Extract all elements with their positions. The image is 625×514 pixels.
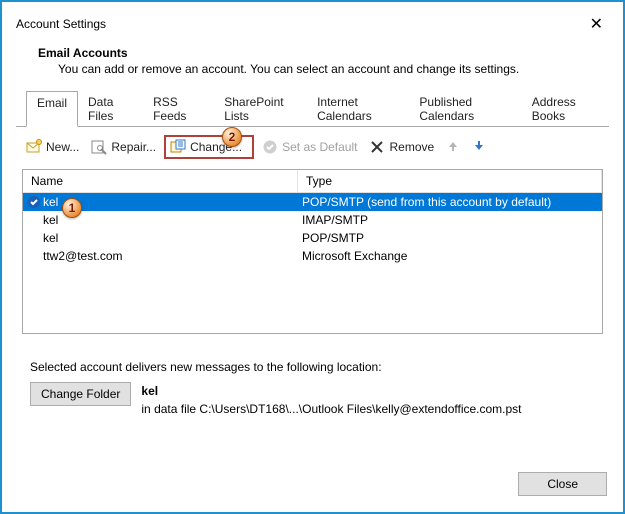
heading-title: Email Accounts [38, 46, 597, 60]
move-up-button[interactable] [442, 137, 464, 158]
delivery-info: kel in data file C:\Users\DT168\...\Outl… [141, 382, 521, 418]
title-bar: Account Settings ✕ [8, 8, 617, 38]
repair-button[interactable]: Repair... [87, 137, 160, 157]
arrow-up-icon [446, 139, 460, 153]
account-name: kel [43, 193, 58, 211]
main-panel: Email Data Files RSS Feeds SharePoint Li… [16, 90, 609, 418]
account-type: POP/SMTP [298, 229, 602, 247]
move-down-button[interactable] [468, 137, 490, 158]
heading-subtitle: You can add or remove an account. You ca… [38, 60, 597, 76]
footer: Close [518, 472, 607, 496]
heading-block: Email Accounts You can add or remove an … [8, 38, 617, 90]
remove-icon [369, 139, 385, 155]
remove-button[interactable]: Remove [365, 137, 438, 157]
account-row[interactable]: kel IMAP/SMTP [23, 211, 602, 229]
account-type: POP/SMTP (send from this account by defa… [298, 193, 602, 211]
tab-sharepoint[interactable]: SharePoint Lists [214, 91, 307, 127]
delivery-lead: Selected account delivers new messages t… [30, 360, 601, 374]
annotation-2: 2 [222, 127, 242, 147]
new-label: New... [46, 140, 79, 154]
set-default-label: Set as Default [282, 140, 357, 154]
set-default-button: Set as Default [258, 137, 361, 157]
spacer-icon [27, 231, 41, 245]
new-icon [26, 139, 42, 155]
col-type[interactable]: Type [298, 170, 602, 192]
new-button[interactable]: New... [22, 137, 83, 157]
toolbar: New... Repair... Change... Set as Defaul… [16, 127, 609, 169]
delivery-section: Selected account delivers new messages t… [16, 340, 609, 418]
tab-data-files[interactable]: Data Files [78, 91, 143, 127]
spacer-icon [27, 213, 41, 227]
tab-strip: Email Data Files RSS Feeds SharePoint Li… [16, 90, 609, 127]
account-name: kel [43, 211, 58, 229]
tab-published-calendars[interactable]: Published Calendars [409, 91, 521, 127]
arrow-down-icon [472, 139, 486, 153]
repair-label: Repair... [111, 140, 156, 154]
change-folder-button[interactable]: Change Folder [30, 382, 131, 406]
repair-icon [91, 139, 107, 155]
account-type: IMAP/SMTP [298, 211, 602, 229]
delivery-account-name: kel [141, 382, 521, 400]
close-button[interactable]: Close [518, 472, 607, 496]
col-name[interactable]: Name [23, 170, 298, 192]
account-type: Microsoft Exchange [298, 247, 602, 265]
default-account-icon [27, 195, 41, 209]
tab-email[interactable]: Email [26, 91, 78, 127]
account-row[interactable]: ttw2@test.com Microsoft Exchange [23, 247, 602, 265]
window-title: Account Settings [16, 17, 106, 31]
annotation-1: 1 [62, 198, 82, 218]
accounts-list: Name Type kel POP/SMTP (send from this a… [22, 169, 603, 334]
spacer-icon [27, 249, 41, 263]
account-name: kel [43, 229, 58, 247]
tab-internet-calendars[interactable]: Internet Calendars [307, 91, 409, 127]
list-header: Name Type [23, 170, 602, 193]
delivery-path: in data file C:\Users\DT168\...\Outlook … [141, 400, 521, 418]
account-row[interactable]: kel POP/SMTP [23, 229, 602, 247]
account-name: ttw2@test.com [43, 247, 123, 265]
tab-rss-feeds[interactable]: RSS Feeds [143, 91, 214, 127]
close-icon[interactable]: ✕ [584, 14, 609, 34]
check-circle-icon [262, 139, 278, 155]
tab-address-books[interactable]: Address Books [522, 91, 609, 127]
remove-label: Remove [389, 140, 434, 154]
change-icon [170, 139, 186, 155]
account-row[interactable]: kel POP/SMTP (send from this account by … [23, 193, 602, 211]
